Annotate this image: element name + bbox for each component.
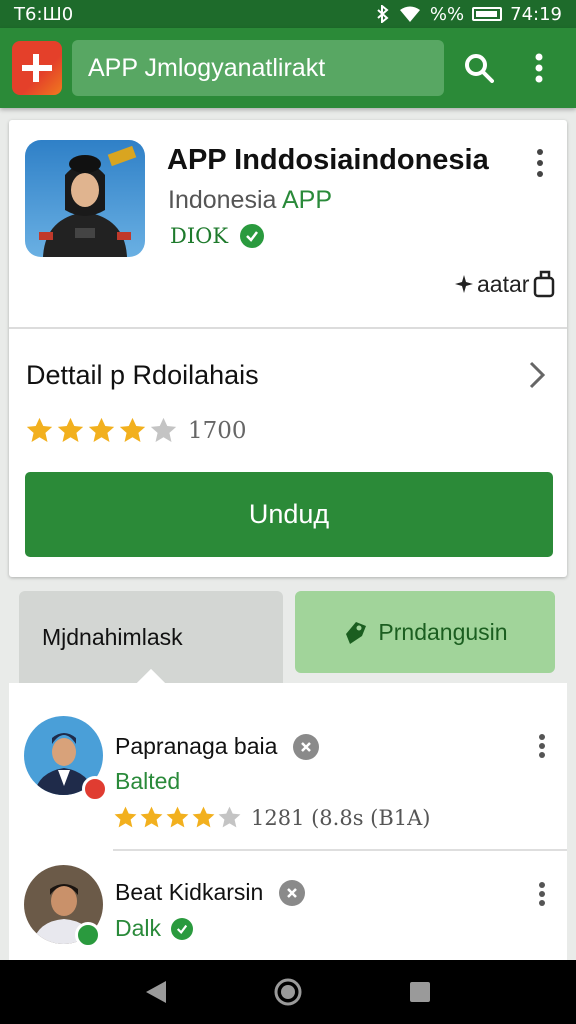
star-filled-icon (192, 806, 215, 828)
item-name: Papranaga baia (115, 733, 320, 760)
bookmark-icon (534, 270, 555, 298)
card-divider (9, 327, 567, 329)
developer-accent: APP (282, 186, 333, 214)
rating-count: 1700 (188, 417, 247, 444)
tab-left-label: Mjdnahimlask (42, 623, 183, 650)
star-empty-icon (218, 806, 241, 828)
wifi-icon (399, 6, 420, 22)
verified-check-icon (240, 224, 265, 248)
avatar-badge-icon (82, 776, 108, 802)
app-detail-card: APP Inddosiaindonesia Indonesia APP DIOK… (9, 120, 567, 577)
star-filled-icon (166, 806, 189, 828)
status-time: 74:19 (510, 3, 562, 25)
wishlist-label: aatar (477, 270, 530, 297)
star-filled-icon (114, 806, 137, 828)
star-empty-icon (150, 417, 177, 442)
chevron-right-icon[interactable] (525, 360, 549, 390)
developer-prefix: Indonesia (168, 186, 282, 214)
app-icon-portrait (39, 145, 137, 257)
app-tag-label: DIOK (170, 224, 229, 248)
item-status: Dalk (115, 915, 194, 942)
signal-text: %% (429, 3, 465, 25)
app-icon (25, 140, 145, 257)
x-badge-icon (279, 879, 306, 906)
battery-icon (472, 7, 503, 21)
app-tag: DIOK (170, 224, 265, 248)
app-rating: 1700 (25, 416, 247, 445)
status-bar: T6:Ш0 %% 74:19 (0, 0, 576, 28)
tab-right[interactable]: Prndangusin (295, 591, 555, 673)
details-title[interactable]: Dettail p Rdoilahais (26, 360, 259, 391)
reviews-list: Papranaga baia Balted 1281 (8.8s (B1A) B… (9, 668, 567, 963)
home-button[interactable] (268, 972, 308, 1012)
search-button[interactable] (454, 43, 504, 93)
star-filled-icon (140, 806, 163, 828)
sparkle-icon (455, 275, 473, 293)
wishlist-action[interactable]: aatar (455, 270, 555, 298)
install-button[interactable]: Unduд (25, 472, 553, 557)
app-title: APP Inddosiaindonesia (167, 144, 489, 176)
system-nav-bar (0, 960, 576, 1024)
app-developer[interactable]: Indonesia APP (168, 186, 332, 215)
app-logo-icon[interactable] (12, 41, 62, 95)
search-input[interactable]: APP Jmlogyanatlirakt (72, 40, 444, 96)
item-meta: 1281 (8.8s (B1A) (251, 805, 431, 830)
list-divider (113, 849, 567, 851)
avatar-badge-icon (75, 922, 101, 948)
search-icon (465, 54, 494, 83)
item-name: Beat Kidkarsin (115, 879, 306, 906)
item-more-vert-icon[interactable] (531, 731, 553, 761)
x-badge-icon (293, 733, 320, 760)
item-rating-stars (113, 805, 242, 830)
back-button[interactable] (136, 972, 176, 1012)
recents-button[interactable] (400, 972, 440, 1012)
item-status-text: Dalk (115, 915, 162, 941)
status-left-text: T6:Ш0 (14, 3, 74, 25)
search-text: APP Jmlogyanatlirakt (88, 53, 326, 82)
status-icons: %% 74:19 (376, 4, 562, 25)
star-filled-icon (57, 417, 84, 442)
item-name-text: Papranaga baia (115, 733, 278, 759)
star-filled-icon (88, 417, 115, 442)
bluetooth-icon (377, 5, 389, 23)
item-status: Balted (115, 768, 180, 795)
install-label: Unduд (248, 499, 330, 529)
tag-icon (346, 622, 367, 644)
overflow-menu-button[interactable] (514, 43, 564, 93)
recents-square-icon (410, 982, 430, 1002)
item-name-text: Beat Kidkarsin (115, 879, 264, 905)
star-filled-icon (26, 417, 53, 442)
item-more-vert-icon[interactable] (531, 879, 553, 909)
star-filled-icon (119, 417, 146, 442)
app-bar: APP Jmlogyanatlirakt (0, 28, 576, 108)
item-rating: 1281 (8.8s (B1A) (113, 805, 431, 830)
tab-right-label: Prndangusin (378, 618, 508, 645)
rating-stars (25, 416, 178, 445)
item-status-text: Balted (115, 768, 181, 794)
verified-check-icon (171, 917, 194, 940)
home-circle-icon (274, 978, 302, 1006)
back-triangle-icon (146, 981, 166, 1003)
card-more-vert-icon[interactable] (527, 146, 553, 180)
more-vert-icon (535, 53, 543, 83)
